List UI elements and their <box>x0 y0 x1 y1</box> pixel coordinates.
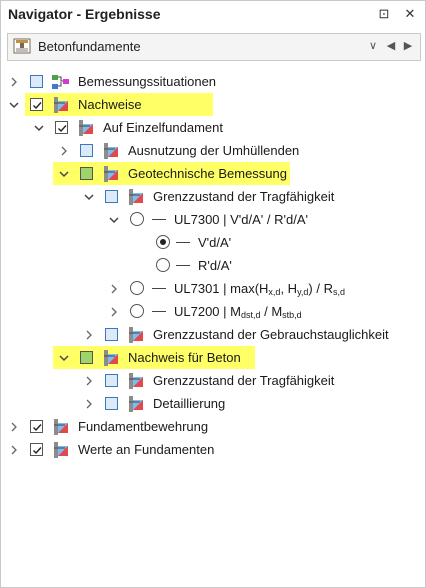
tree-item-nachweis-fuer-beton[interactable]: Nachweis für Beton <box>1 346 425 370</box>
checkbox[interactable] <box>105 328 118 341</box>
chevron-down-icon[interactable] <box>58 167 70 181</box>
tree-item-label: Bemessungssituationen <box>78 74 217 89</box>
design-check-icon <box>129 373 143 389</box>
chevron-down-icon[interactable] <box>58 351 70 365</box>
chevron-right-icon[interactable] <box>8 420 20 434</box>
tree-item-label: UL7200 | Mdst,d / Mstb,d <box>174 304 302 320</box>
pin-icon[interactable]: ⊡ <box>375 5 393 23</box>
checkbox-partial[interactable] <box>80 351 93 364</box>
chevron-down-icon[interactable]: ∨ <box>366 38 380 54</box>
chevron-right-icon[interactable] <box>8 75 20 89</box>
selected-navigator: Betonfundamente <box>38 39 141 54</box>
chevron-right-icon[interactable] <box>108 305 120 319</box>
tree-item-label: UL7300 | V'd/A' / R'd/A' <box>174 212 308 227</box>
design-check-icon <box>129 396 143 412</box>
tree-dash <box>152 311 166 312</box>
tree-dash <box>152 219 166 220</box>
chevron-right-icon[interactable] <box>108 282 120 296</box>
tree-item-label: Nachweise <box>78 97 142 112</box>
design-check-icon <box>54 419 68 435</box>
tree-item-label: Grenzzustand der Tragfähigkeit <box>153 373 335 388</box>
design-check-icon <box>104 350 118 366</box>
checkbox-partial[interactable] <box>80 167 93 180</box>
checkbox-checked[interactable] <box>30 443 43 456</box>
tree-item-auf-einzelfundament[interactable]: Auf Einzelfundament <box>1 118 425 140</box>
navigator-selector[interactable]: Betonfundamente ∨ ◀ ▶ <box>7 33 421 61</box>
design-check-icon <box>79 120 93 136</box>
tree-item-label: Detaillierung <box>153 396 226 411</box>
tree-item-bemessungssituationen[interactable]: Bemessungssituationen <box>1 72 425 94</box>
chevron-down-icon[interactable] <box>83 190 95 204</box>
tree-item-rd[interactable]: R'd/A' <box>1 256 425 278</box>
tree-item-ausnutzung[interactable]: Ausnutzung der Umhüllenden <box>1 141 425 163</box>
chevron-down-icon[interactable] <box>8 98 20 112</box>
tree-item-label: Grenzzustand der Tragfähigkeit <box>153 189 335 204</box>
design-check-icon <box>54 442 68 458</box>
tree-item-label: Grenzzustand der Gebrauchstauglichkeit <box>153 327 389 342</box>
previous-icon[interactable]: ◀ <box>384 38 398 54</box>
tree-item-label: Auf Einzelfundament <box>103 120 223 135</box>
checkbox[interactable] <box>30 75 43 88</box>
tree-item-nachweise[interactable]: Nachweise <box>1 93 425 117</box>
design-situations-icon <box>52 75 69 89</box>
tree-item-fundamentbewehrung[interactable]: Fundamentbewehrung <box>1 417 425 439</box>
tree-item-grenzzustand-tragfaehigkeit-beton[interactable]: Grenzzustand der Tragfähigkeit <box>1 371 425 393</box>
tree-item-label: Ausnutzung der Umhüllenden <box>128 143 300 158</box>
tree-item-label: R'd/A' <box>198 258 232 273</box>
tree-dash <box>176 265 190 266</box>
close-icon[interactable]: ✕ <box>401 5 419 23</box>
checkbox[interactable] <box>105 190 118 203</box>
checkbox[interactable] <box>80 144 93 157</box>
navigator-panel: Navigator - Ergebnisse ⊡ ✕ Betonfundamen… <box>0 0 426 588</box>
tree-item-ul7300[interactable]: UL7300 | V'd/A' / R'd/A' <box>1 210 425 232</box>
checkbox[interactable] <box>105 397 118 410</box>
tree-item-label: UL7301 | max(Hx,d, Hy,d) / Rs,d <box>174 281 345 297</box>
radio-button-selected[interactable] <box>156 235 170 249</box>
tree-item-werte-an-fundamenten[interactable]: Werte an Fundamenten <box>1 440 425 462</box>
radio-button[interactable] <box>130 281 144 295</box>
tree-item-geotechnische-bemessung[interactable]: Geotechnische Bemessung <box>1 162 425 186</box>
chevron-right-icon[interactable] <box>83 328 95 342</box>
tree-item-label: Geotechnische Bemessung <box>128 166 287 181</box>
title-bar: Navigator - Ergebnisse ⊡ ✕ <box>1 1 425 29</box>
tree-item-grenzzustand-gebrauchstauglichkeit[interactable]: Grenzzustand der Gebrauchstauglichkeit <box>1 325 425 347</box>
chevron-right-icon[interactable] <box>58 144 70 158</box>
tree-item-label: Werte an Fundamenten <box>78 442 215 457</box>
radio-button[interactable] <box>156 258 170 272</box>
chevron-right-icon[interactable] <box>8 443 20 457</box>
next-icon[interactable]: ▶ <box>401 38 415 54</box>
radio-button[interactable] <box>130 212 144 226</box>
tree-item-detaillierung[interactable]: Detaillierung <box>1 394 425 416</box>
chevron-right-icon[interactable] <box>83 397 95 411</box>
tree-item-label: V'd/A' <box>198 235 232 250</box>
tree-item-grenzzustand-tragfaehigkeit[interactable]: Grenzzustand der Tragfähigkeit <box>1 187 425 209</box>
design-check-icon <box>104 143 118 159</box>
design-check-icon <box>129 327 143 343</box>
foundation-icon <box>13 38 31 54</box>
design-check-icon <box>54 97 68 113</box>
tree-item-label: Nachweis für Beton <box>128 350 241 365</box>
chevron-down-icon[interactable] <box>108 213 120 227</box>
tree-item-ul7200[interactable]: UL7200 | Mdst,d / Mstb,d <box>1 302 425 324</box>
checkbox-checked[interactable] <box>30 420 43 433</box>
chevron-right-icon[interactable] <box>83 374 95 388</box>
tree-item-label: Fundamentbewehrung <box>78 419 209 434</box>
checkbox-checked[interactable] <box>30 98 43 111</box>
checkbox-checked[interactable] <box>55 121 68 134</box>
design-check-icon <box>129 189 143 205</box>
checkbox[interactable] <box>105 374 118 387</box>
tree-item-ul7301[interactable]: UL7301 | max(Hx,d, Hy,d) / Rs,d <box>1 279 425 301</box>
design-check-icon <box>104 166 118 182</box>
panel-title: Navigator - Ergebnisse <box>8 6 161 22</box>
tree-item-vd[interactable]: V'd/A' <box>1 233 425 255</box>
tree-dash <box>176 242 190 243</box>
tree-dash <box>152 288 166 289</box>
chevron-down-icon[interactable] <box>33 121 45 135</box>
radio-button[interactable] <box>130 304 144 318</box>
